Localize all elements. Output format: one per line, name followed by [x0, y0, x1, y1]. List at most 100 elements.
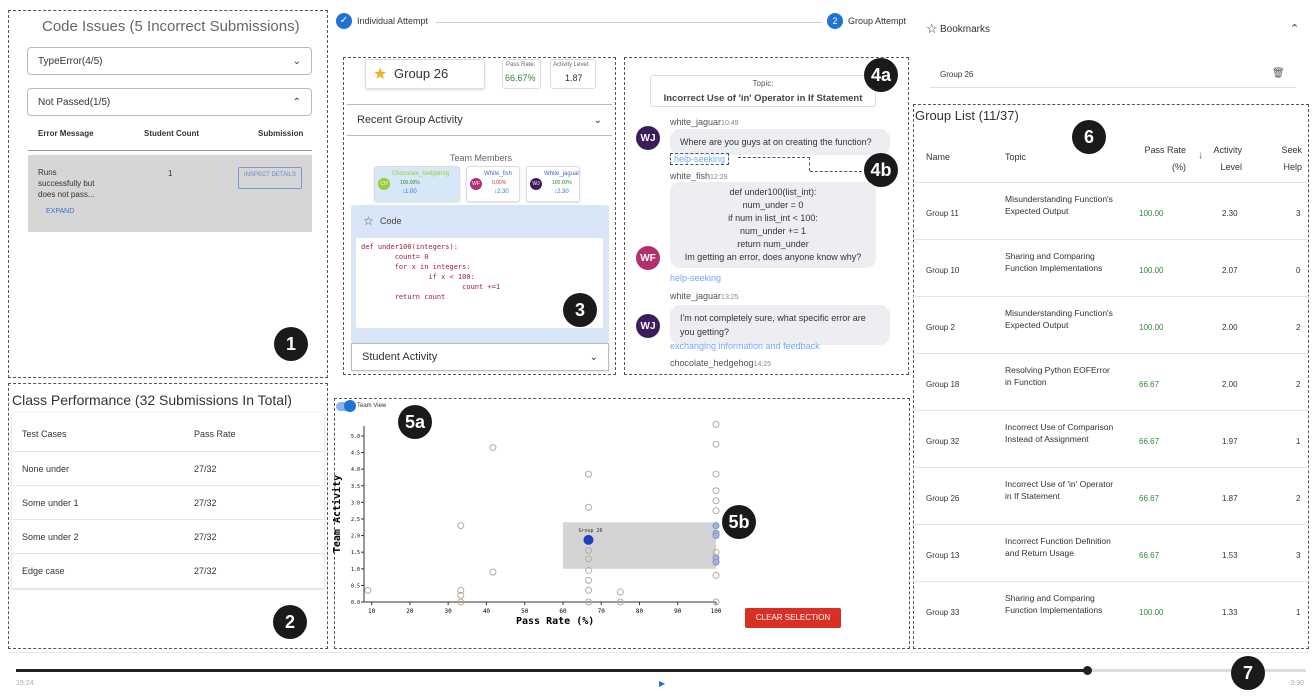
y-tick-label: 1.5 — [351, 550, 360, 556]
star-icon[interactable]: ★ — [373, 64, 387, 84]
x-tick-label: 10 — [368, 608, 376, 615]
group-list-row[interactable]: Group 13 Incorrect Function Definition an… — [913, 524, 1309, 581]
clear-selection-button[interactable]: CLEAR SELECTION — [745, 608, 841, 628]
current-time: 19:24 — [16, 680, 34, 687]
group-activity-cell: 1.33 — [1222, 608, 1238, 617]
msg1-tag[interactable]: help-seeking — [670, 153, 730, 165]
step-1-check-icon: ✓ — [336, 13, 352, 29]
data-point — [489, 568, 497, 576]
code-line: count= 0 — [361, 253, 429, 261]
group-list-row[interactable]: Group 18 Resolving Python EOFError in Fun… — [913, 353, 1309, 410]
group-name-cell: Group 26 — [926, 494, 960, 503]
team-members-title: Team Members — [450, 153, 513, 163]
group-topic-cell: Incorrect Function Definition and Return… — [1005, 536, 1111, 558]
step-1-label[interactable]: Individual Attempt — [357, 16, 428, 26]
x-tick-label: 40 — [483, 608, 491, 615]
play-icon[interactable]: ▶ — [659, 679, 665, 688]
student-activity-dropdown[interactable]: Student Activity ⌄ — [351, 343, 609, 371]
data-point — [712, 507, 720, 515]
marker-6: 6 — [1072, 120, 1106, 154]
y-tick-label: 3.0 — [351, 500, 360, 506]
topic-title: Incorrect Use of 'in' Operator in If Sta… — [663, 93, 863, 104]
header-pass-rate[interactable]: Pass Rate (%) — [1140, 142, 1186, 176]
group-list-row[interactable]: Group 2 Misunderstanding Function's Expec… — [913, 296, 1309, 353]
group-activity-cell: 2.00 — [1222, 323, 1238, 332]
y-tick-label: 2.5 — [351, 517, 360, 523]
header-name[interactable]: Name — [926, 152, 950, 162]
y-tick-label: 4.5 — [351, 451, 360, 457]
group-topic-cell: Misunderstanding Function's Expected Out… — [1005, 194, 1113, 216]
group-topic-cell: Resolving Python EOFError in Function — [1005, 365, 1110, 387]
bookmarks-title: Bookmarks — [940, 24, 991, 35]
group-seek-cell: 0 — [1296, 266, 1301, 275]
highlight-point — [583, 534, 594, 545]
chevron-down-icon: ⌄ — [589, 351, 598, 363]
group-activity-cell: 2.07 — [1222, 266, 1238, 275]
group-list-row[interactable]: Group 33 Sharing and Comparing Function I… — [913, 581, 1309, 638]
msg3-tag[interactable]: exchanging information and feedback — [670, 341, 820, 351]
msg3-time: 13:25 — [721, 294, 739, 301]
group-list-row[interactable]: Group 10 Sharing and Comparing Function I… — [913, 239, 1309, 296]
inspect-details-button[interactable]: INSPECT DETAILS — [238, 167, 302, 189]
group-pass-cell: 66.67 — [1139, 380, 1160, 389]
y-tick-label: 3.5 — [351, 484, 360, 490]
group-list-row[interactable]: Group 11 Misunderstanding Function's Expe… — [913, 182, 1309, 239]
bookmarks-collapse-icon[interactable]: ⌃ — [1290, 22, 1299, 35]
star-outline-icon[interactable]: ☆ — [363, 214, 374, 228]
bookmarks-star-icon: ☆ — [926, 21, 938, 36]
y-tick-label: 0.0 — [351, 600, 360, 606]
code-issues-title: Code Issues (5 Incorrect Submissions) — [42, 18, 300, 35]
typeerror-dropdown[interactable]: TypeError(4/5) ⌄ — [27, 47, 312, 75]
group-pass-cell: 66.67 — [1139, 494, 1160, 503]
test-case-name: Edge case — [22, 566, 65, 576]
issues-header-message: Error Message — [38, 129, 94, 138]
scatter-plot[interactable]: 10 20 30 40 50 60 70 80 90 100 0.0 0.5 1.0 1.5 2.0 2.5 3… — [328, 412, 728, 632]
recent-group-activity-dropdown[interactable]: Recent Group Activity ⌄ — [347, 104, 612, 136]
group-seek-cell: 1 — [1296, 608, 1301, 617]
expand-link[interactable]: EXPAND — [46, 208, 74, 215]
msg4-username: chocolate_hedgehog — [670, 358, 754, 368]
avatar-wj: WJ — [636, 126, 660, 150]
group-topic-cell: Incorrect Use of 'in' Operator in If Sta… — [1005, 479, 1114, 501]
video-bar — [8, 652, 1308, 694]
group-name-cell: Group 32 — [926, 437, 960, 446]
highlight-label: Group 26 — [578, 528, 602, 534]
video-scrubber[interactable] — [1082, 666, 1092, 675]
x-tick-label: 90 — [674, 608, 682, 615]
header-activity[interactable]: Activity Level — [1208, 142, 1242, 176]
test-case-name: Some under 2 — [22, 532, 79, 542]
group-seek-cell: 3 — [1296, 209, 1301, 218]
issues-header-count: Student Count — [144, 129, 200, 138]
group-name: Group 26 — [394, 66, 449, 81]
group-pass-cell: 66.67 — [1139, 437, 1160, 446]
group-name-cell: Group 13 — [926, 551, 960, 560]
data-point — [616, 588, 624, 596]
data-point — [584, 586, 592, 594]
group-pass-cell: 100.00 — [1139, 209, 1164, 218]
step-2-label[interactable]: Group Attempt — [848, 16, 906, 26]
member-avatar: WJ — [530, 178, 542, 190]
group-activity-cell: 2.00 — [1222, 380, 1238, 389]
group-activity-cell: 1.53 — [1222, 551, 1238, 560]
not-passed-dropdown[interactable]: Not Passed(1/5) ⌃ — [27, 88, 312, 116]
header-seek-help[interactable]: Seek Help — [1272, 142, 1302, 176]
msg1-user: white_jaguar10:49 — [670, 117, 739, 127]
group-list-row[interactable]: Group 32 Incorrect Use of Comparison Inst… — [913, 410, 1309, 467]
video-progress — [16, 669, 1087, 672]
group-pass-cell: 100.00 — [1139, 266, 1164, 275]
header-topic[interactable]: Topic — [1005, 152, 1026, 162]
header-pass-rate: Pass Rate — [194, 429, 236, 439]
msg2-tag[interactable]: help-seeking — [670, 273, 721, 283]
header-test-cases: Test Cases — [22, 429, 67, 439]
tag-connector-end — [810, 171, 862, 172]
group-list-row[interactable]: Group 26 Incorrect Use of 'in' Operator i… — [913, 467, 1309, 524]
test-case-rate: 27/32 — [194, 566, 217, 576]
sort-arrow-icon[interactable]: ↓ — [1198, 150, 1203, 161]
group-name-cell: Group 10 — [926, 266, 960, 275]
x-tick-label: 70 — [598, 608, 606, 615]
code-line: if x < 100: — [361, 273, 475, 281]
test-case-name: None under — [22, 464, 70, 474]
member-activity: ↕1.00 — [402, 189, 417, 195]
bookmark-item-label[interactable]: Group 26 — [940, 70, 973, 79]
trash-icon[interactable]: 🗑 — [1272, 68, 1285, 79]
